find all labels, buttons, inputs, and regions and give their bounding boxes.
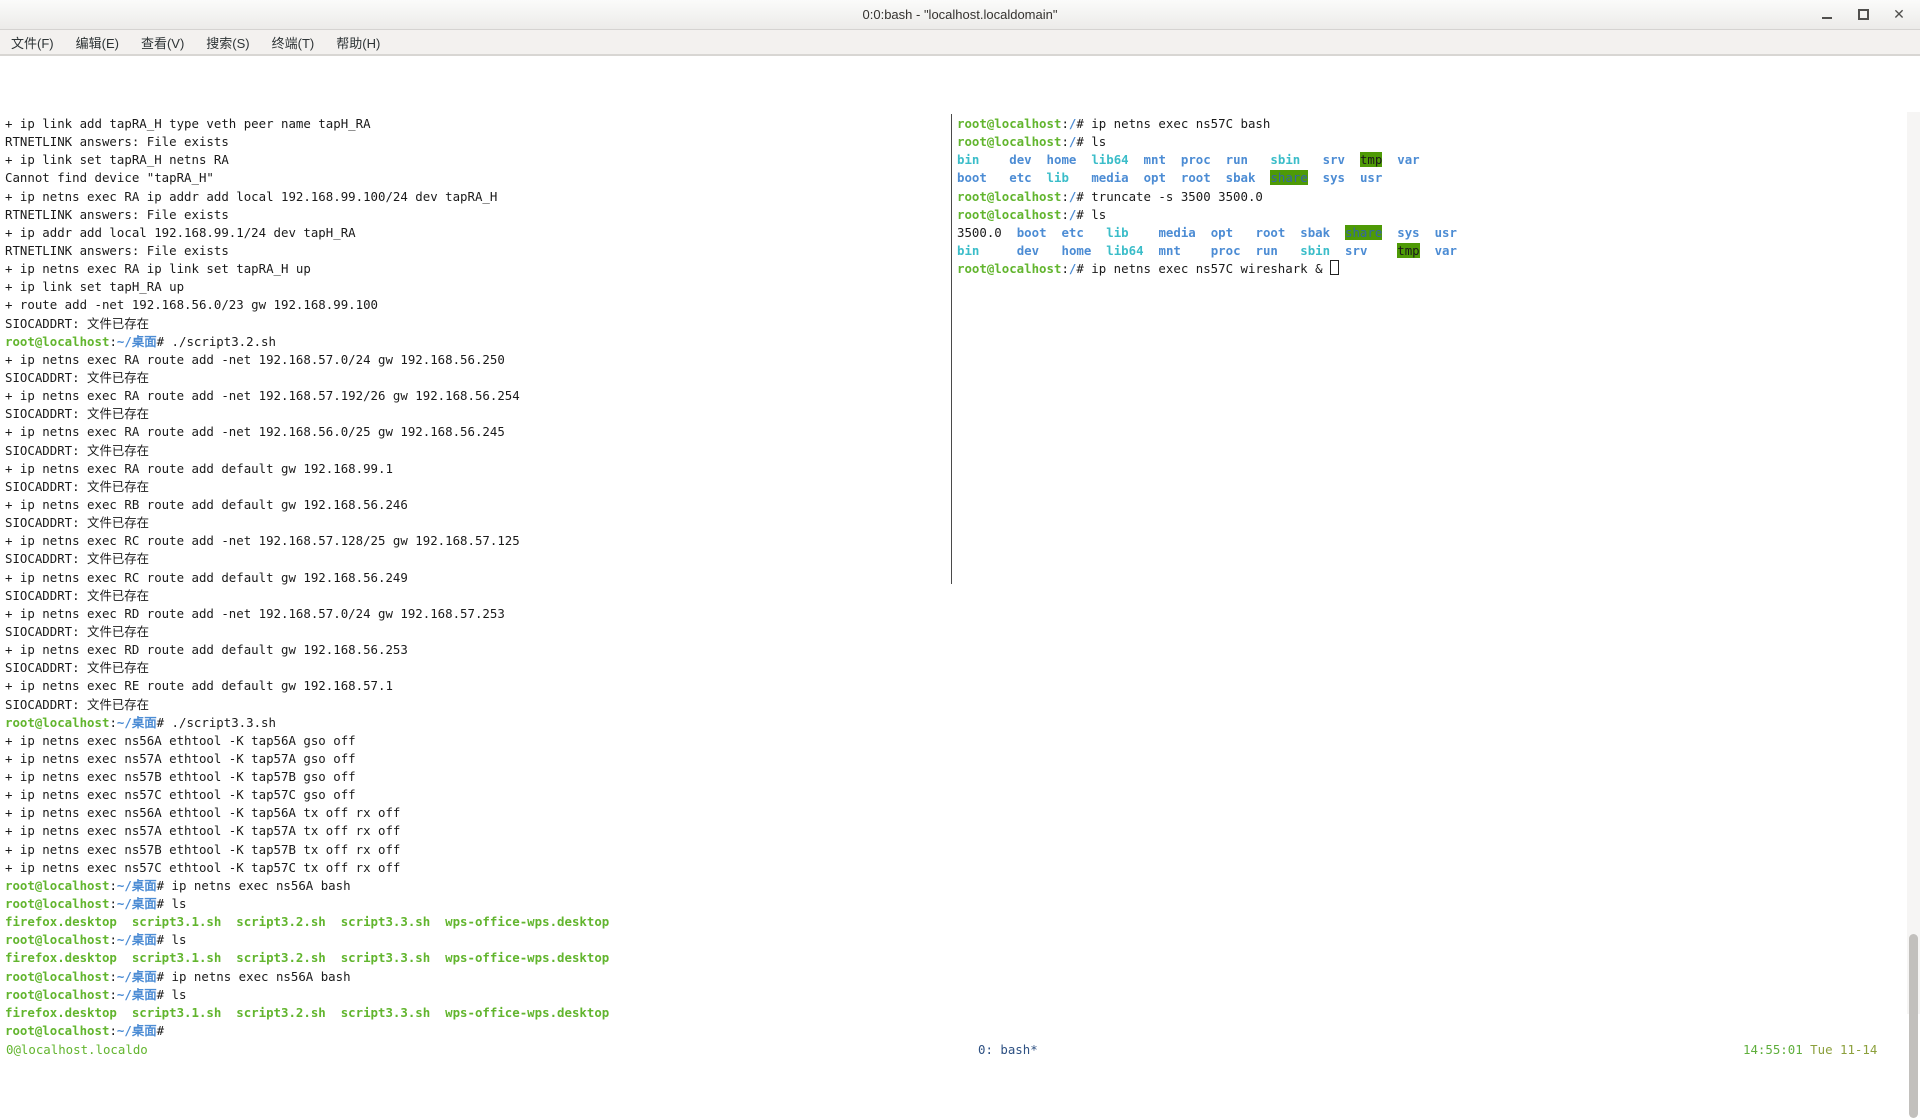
menu-item-view[interactable]: 查看(V): [130, 33, 195, 52]
terminal-line: SIOCADDRT: 文件已存在: [5, 660, 150, 676]
terminal-line: root@localhost:~/桌面# ./script3.3.sh: [5, 714, 276, 730]
terminal-line: 3500.0 boot etc lib media opt root sbak …: [957, 224, 1457, 240]
terminal-line: + route add -net 192.168.56.0/23 gw 192.…: [5, 297, 378, 313]
terminal-line: + ip netns exec RA route add -net 192.16…: [5, 424, 505, 440]
terminal-line: + ip netns exec RC route add -net 192.16…: [5, 533, 520, 549]
tmux-left-pane[interactable]: + ip link add tapRA_H type veth peer nam…: [5, 115, 609, 1040]
terminal-line: + ip netns exec RC route add default gw …: [5, 569, 408, 585]
terminal-line: + ip link add tapRA_H type veth peer nam…: [5, 116, 371, 131]
terminal-line: + ip netns exec ns57A ethtool -K tap57A …: [5, 750, 356, 766]
terminal-line: root@localhost:~/桌面#: [5, 1023, 172, 1039]
terminal-line: SIOCADDRT: 文件已存在: [5, 369, 150, 385]
terminal-line: root@localhost:~/桌面# ./script3.2.sh: [5, 333, 276, 349]
terminal-line: + ip netns exec ns56A ethtool -K tap56A …: [5, 805, 401, 821]
status-date: Tue 11-14: [1810, 1042, 1878, 1057]
terminal-line: + ip netns exec RD route add default gw …: [5, 642, 408, 658]
terminal-line: root@localhost:/# ip netns exec ns57C ba…: [957, 116, 1271, 131]
maximize-icon: [1857, 9, 1869, 20]
terminal-line: SIOCADDRT: 文件已存在: [5, 587, 150, 603]
terminal-line: root@localhost:~/桌面# ls: [5, 896, 187, 912]
terminal-line: + ip netns exec RA ip addr add local 192…: [5, 188, 498, 204]
terminal-line: + ip netns exec ns57C ethtool -K tap57C …: [5, 859, 401, 875]
terminal-line: root@localhost:/# ls: [957, 206, 1107, 222]
terminal-line: firefox.desktop script3.1.sh script3.2.s…: [5, 950, 610, 966]
status-session: 0@localhost.localdo: [6, 1042, 148, 1057]
terminal-line: SIOCADDRT: 文件已存在: [5, 406, 150, 422]
terminal-line: root@localhost:~/桌面# ls: [5, 986, 187, 1002]
terminal-line: Cannot find device "tapRA_H": [5, 170, 214, 186]
terminal-line: SIOCADDRT: 文件已存在: [5, 442, 150, 458]
menu-item-terminal[interactable]: 终端(T): [261, 33, 326, 52]
terminal-line: + ip link set tapRA_H netns RA: [5, 152, 229, 168]
tmux-pane-divider[interactable]: [951, 114, 952, 584]
terminal-line: SIOCADDRT: 文件已存在: [5, 315, 150, 331]
menubar: 文件(F) 编辑(E) 查看(V) 搜索(S) 终端(T) 帮助(H): [0, 30, 1920, 56]
terminal-cursor: [1330, 260, 1340, 276]
terminal-line: SIOCADDRT: 文件已存在: [5, 696, 150, 712]
terminal-line: root@localhost:~/桌面# ip netns exec ns56A…: [5, 877, 351, 893]
terminal-line: SIOCADDRT: 文件已存在: [5, 623, 150, 639]
terminal-line: root@localhost:/# ip netns exec ns57C wi…: [957, 260, 1457, 278]
terminal-line: + ip netns exec RA route add default gw …: [5, 460, 393, 476]
terminal-line: + ip netns exec RB route add default gw …: [5, 496, 408, 512]
menu-item-search[interactable]: 搜索(S): [195, 33, 260, 52]
titlebar: 0:0:bash - "localhost.localdomain" ✕: [0, 0, 1920, 30]
terminal-line: root@localhost:~/桌面# ip netns exec ns56A…: [5, 968, 351, 984]
terminal-line: + ip addr add local 192.168.99.1/24 dev …: [5, 224, 356, 240]
terminal-line: + ip netns exec ns56A ethtool -K tap56A …: [5, 732, 356, 748]
terminal-line: RTNETLINK answers: File exists: [5, 242, 229, 258]
minimize-button[interactable]: [1816, 4, 1838, 26]
terminal-line: bin dev home lib64 mnt proc run sbin srv…: [957, 152, 1420, 168]
terminal-line: firefox.desktop script3.1.sh script3.2.s…: [5, 914, 610, 930]
terminal-line: firefox.desktop script3.1.sh script3.2.s…: [5, 1004, 610, 1020]
terminal-line: + ip link set tapH_RA up: [5, 279, 185, 295]
menu-item-edit[interactable]: 编辑(E): [65, 33, 130, 52]
menu-item-help[interactable]: 帮助(H): [325, 33, 391, 52]
close-button[interactable]: ✕: [1888, 4, 1910, 26]
status-time: 14:55:01: [1743, 1042, 1803, 1057]
status-window-list: 0: bash*: [978, 1042, 1038, 1057]
menu-item-file[interactable]: 文件(F): [0, 33, 65, 52]
terminal-line: SIOCADDRT: 文件已存在: [5, 478, 150, 494]
terminal-line: + ip netns exec ns57B ethtool -K tap57B …: [5, 841, 401, 857]
terminal-line: RTNETLINK answers: File exists: [5, 206, 229, 222]
terminal-line: root@localhost:~/桌面# ls: [5, 932, 187, 948]
terminal-line: + ip netns exec ns57C ethtool -K tap57C …: [5, 787, 356, 803]
minimize-icon: [1822, 16, 1832, 19]
terminal-line: + ip netns exec RE route add default gw …: [5, 678, 393, 694]
terminal-line: SIOCADDRT: 文件已存在: [5, 515, 150, 531]
maximize-button[interactable]: [1852, 4, 1874, 26]
scrollbar-thumb[interactable]: [1909, 934, 1918, 1118]
status-bar: 0@localhost.localdo 0: bash* 14:55:01 Tu…: [0, 1041, 1920, 1059]
terminal-line: root@localhost:/# ls: [957, 134, 1107, 150]
terminal-line: RTNETLINK answers: File exists: [5, 134, 229, 150]
status-clock: 14:55:01 Tue 11-14: [1743, 1041, 1877, 1059]
terminal-line: + ip netns exec ns57B ethtool -K tap57B …: [5, 769, 356, 785]
terminal-line: + ip netns exec RD route add -net 192.16…: [5, 605, 505, 621]
terminal-line: bin dev home lib64 mnt proc run sbin srv…: [957, 242, 1457, 258]
window-title: 0:0:bash - "localhost.localdomain": [862, 7, 1058, 22]
window-controls: ✕: [1816, 0, 1910, 29]
terminal-screen[interactable]: + ip link add tapRA_H type veth peer nam…: [0, 56, 1920, 1118]
terminal-line: SIOCADDRT: 文件已存在: [5, 551, 150, 567]
terminal-line: boot etc lib media opt root sbak share s…: [957, 170, 1383, 186]
terminal-line: + ip netns exec ns57A ethtool -K tap57A …: [5, 823, 401, 839]
terminal-line: root@localhost:/# truncate -s 3500 3500.…: [957, 188, 1263, 204]
tmux-right-pane[interactable]: root@localhost:/# ip netns exec ns57C ba…: [957, 115, 1457, 278]
terminal-line: + ip netns exec RA route add -net 192.16…: [5, 351, 505, 367]
terminal-line: + ip netns exec RA ip link set tapRA_H u…: [5, 261, 311, 277]
close-icon: ✕: [1893, 6, 1905, 23]
scrollbar-track[interactable]: [1907, 112, 1920, 1118]
terminal-line: + ip netns exec RA route add -net 192.16…: [5, 388, 520, 404]
